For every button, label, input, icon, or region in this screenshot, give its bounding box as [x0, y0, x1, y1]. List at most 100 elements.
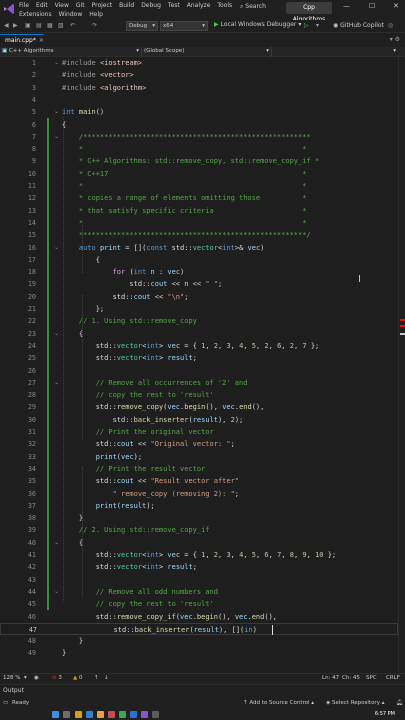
code-line[interactable]: 15 *************************************…	[0, 229, 398, 241]
code-line[interactable]: 6{	[0, 119, 398, 131]
fold-chevron-icon[interactable]: ⌄	[54, 57, 59, 69]
back-icon[interactable]: ◀	[4, 22, 9, 29]
warning-count-badge[interactable]: ▲ 0	[73, 675, 82, 681]
menu-edit[interactable]: Edit	[36, 2, 48, 9]
code-line[interactable]: 7 ⌄ /************************************…	[0, 131, 398, 143]
global-scope-dropdown[interactable]: (Global Scope) ▾	[142, 47, 272, 57]
run-without-debug-icon[interactable]: ▷	[304, 22, 309, 29]
code-line[interactable]: 39 // 2. Using std::remove_copy_if	[0, 524, 398, 536]
taskbar-app-icon[interactable]	[75, 711, 82, 718]
close-window-icon[interactable]: ✕	[393, 2, 399, 10]
project-scope-dropdown[interactable]: ▣ C++ Algorithms ▾	[0, 47, 142, 57]
taskbar-app-icon[interactable]	[119, 711, 126, 718]
code-line[interactable]: 41 std::vector<int> vec = { 1, 2, 3, 4, …	[0, 549, 398, 561]
code-line[interactable]: 32 std::cout << "Original vector: ";	[0, 438, 398, 450]
redo-icon[interactable]: ↷	[92, 22, 97, 29]
menu-view[interactable]: View	[55, 2, 69, 9]
code-line[interactable]: 8 * *	[0, 143, 398, 155]
undo-icon[interactable]: ↶	[70, 22, 75, 29]
new-file-icon[interactable]: ▣	[25, 22, 31, 29]
code-line[interactable]: 45 // copy the rest to 'result'	[0, 598, 398, 610]
toolbar-extra-icon[interactable]: ▾	[316, 22, 319, 29]
add-to-source-control-button[interactable]: ↑ Add to Source Control ▴	[243, 700, 314, 706]
code-line[interactable]: 19 std::cout << n << " ";	[0, 278, 398, 290]
line-ending-mode[interactable]: CRLF	[386, 675, 400, 681]
save-all-icon[interactable]: ▧	[58, 22, 64, 29]
output-tab[interactable]: Output	[3, 687, 24, 694]
menu-help[interactable]: Help	[89, 11, 103, 18]
code-line[interactable]: 28 // copy the rest to 'result'	[0, 389, 398, 401]
tab-list-chevron-icon[interactable]: ▾ ⚙	[390, 36, 400, 43]
fold-chevron-icon[interactable]: ⌄	[54, 106, 59, 118]
code-editor[interactable]: 1 ⌄ #include <iostream> 2 #include <vector> 3…	[0, 57, 405, 673]
github-copilot-button[interactable]: ◉ GitHub Copilot	[333, 22, 384, 29]
code-line[interactable]: 11 * *	[0, 180, 398, 192]
code-line[interactable]: 46 std::remove_copy_if(vec.begin(), vec.…	[0, 611, 398, 623]
code-line[interactable]: 31 // Print the original vector	[0, 426, 398, 438]
code-line[interactable]: 22 // 1. Using std::remove_copy	[0, 315, 398, 327]
taskbar-app-icon[interactable]	[86, 711, 93, 718]
menu-build[interactable]: Build	[119, 2, 134, 9]
code-line[interactable]: 36 " remove_copy (removing 2): ";	[0, 488, 398, 500]
code-line[interactable]: 47 std::back_inserter(result), [](in)	[0, 622, 398, 635]
search-box[interactable]: ⌕ Search	[240, 3, 266, 11]
chevron-down-icon[interactable]: ▾	[24, 675, 27, 681]
menu-analyze[interactable]: Analyze	[187, 2, 211, 9]
up-arrow-icon[interactable]: ↑	[94, 675, 99, 681]
code-line[interactable]: 37 print(result);	[0, 500, 398, 512]
code-line[interactable]: 29 std::remove_copy(vec.begin(), vec.end…	[0, 401, 398, 413]
code-line[interactable]: 49}	[0, 647, 398, 659]
fold-chevron-icon[interactable]: ⌄	[54, 242, 59, 254]
fold-chevron-icon[interactable]: ⌄	[54, 328, 59, 340]
code-line[interactable]: 27 ⌄ // Remove all occurrences of '2' and	[0, 377, 398, 389]
code-line[interactable]: 26	[0, 365, 398, 377]
config-dropdown[interactable]: Debug ▾	[126, 21, 158, 31]
code-line[interactable]: 18 for (int n : vec)	[0, 266, 398, 278]
code-line[interactable]: 42 std::vector<int> result;	[0, 561, 398, 573]
save-icon[interactable]: ▦	[47, 22, 53, 29]
code-line[interactable]: 17 {	[0, 254, 398, 266]
code-line[interactable]: 34 // Print the result vector	[0, 463, 398, 475]
forward-icon[interactable]: ▶	[13, 22, 18, 29]
code-line[interactable]: 21 };	[0, 303, 398, 315]
code-line[interactable]: 38 }	[0, 512, 398, 524]
select-repository-button[interactable]: ◈ Select Repository ▴	[326, 700, 384, 706]
zoom-level[interactable]: 128 %	[3, 675, 20, 681]
taskbar-app-icon[interactable]	[141, 711, 148, 718]
code-line[interactable]: 5 ⌄ int main()	[0, 106, 398, 118]
member-dropdown[interactable]: ▾	[272, 47, 398, 57]
menu-window[interactable]: Window	[59, 11, 83, 18]
open-folder-icon[interactable]: ▤	[36, 22, 42, 29]
code-line[interactable]: 43	[0, 574, 398, 586]
fold-chevron-icon[interactable]: ⌄	[54, 131, 59, 143]
code-line[interactable]: 14 * *	[0, 217, 398, 229]
run-debugger-button[interactable]: ▶ Local Windows Debugger ▾	[214, 21, 301, 28]
code-line[interactable]: 40 ⌄ {	[0, 537, 398, 549]
tab-main-cpp[interactable]: main.cpp* ✕	[0, 34, 44, 47]
code-line[interactable]: 16 ⌄ auto print = [](const std::vector<in…	[0, 242, 398, 254]
error-count-badge[interactable]: ⊗ 3	[52, 675, 62, 681]
vertical-scrollbar[interactable]	[398, 57, 405, 673]
code-line[interactable]: 13 * that satisfy specific criteria *	[0, 205, 398, 217]
code-line[interactable]: 2 #include <vector>	[0, 69, 398, 81]
menu-test[interactable]: Test	[168, 2, 180, 9]
menu-debug[interactable]: Debug	[141, 2, 161, 9]
menu-file[interactable]: File	[19, 2, 29, 9]
profile-icon[interactable]: ◎	[388, 22, 393, 29]
code-line[interactable]: 35 std::cout << "Result vector after"	[0, 475, 398, 487]
taskbar-app-icon[interactable]	[130, 711, 137, 718]
down-arrow-icon[interactable]: ↓	[104, 675, 109, 681]
code-line[interactable]: 4	[0, 94, 398, 106]
menu-tools[interactable]: Tools	[217, 2, 232, 9]
whitespace-mode[interactable]: SPC	[366, 675, 377, 681]
code-line[interactable]: 33 print(vec);	[0, 451, 398, 463]
code-line[interactable]: 12 * copies a range of elements omitting…	[0, 192, 398, 204]
menu-git[interactable]: Git	[76, 2, 85, 9]
code-line[interactable]: 1 ⌄ #include <iostream>	[0, 57, 398, 69]
code-line[interactable]: 30 std::back_inserter(result), 2);	[0, 414, 398, 426]
taskbar-search-icon[interactable]	[63, 711, 70, 718]
code-line[interactable]: 10 * C++17 *	[0, 168, 398, 180]
code-line[interactable]: 25 std::vector<int> result;	[0, 352, 398, 364]
windows-start-icon[interactable]	[52, 711, 59, 718]
code-line[interactable]: 44 ⌄ // Remove all odd numbers and	[0, 586, 398, 598]
